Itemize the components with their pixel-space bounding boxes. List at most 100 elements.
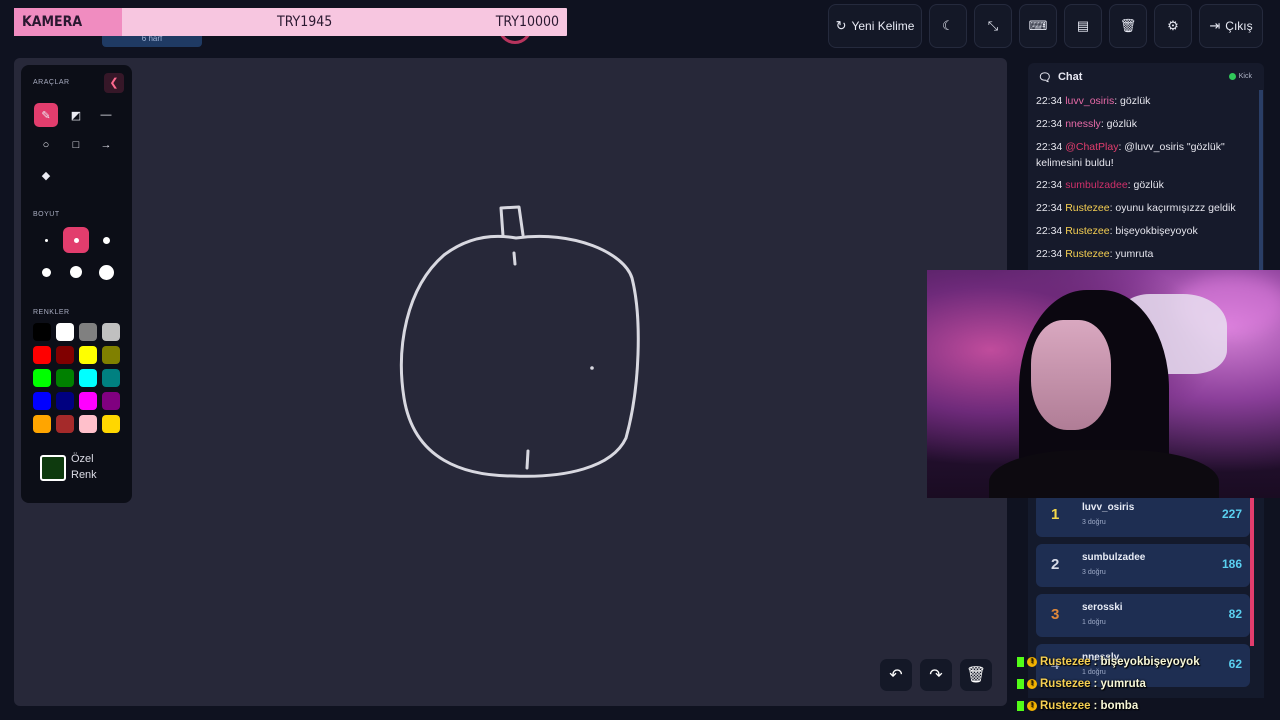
leaderboard-row: 1 luvv_osiris 3 doğru 227 xyxy=(1036,494,1250,537)
tools-panel: ARAÇLAR ❮ ✎ ◩ — ○ □ → ◆ BOYUT RENKLER Öz… xyxy=(21,65,132,503)
leaderboard-row: 3 serosski 1 doğru 82 xyxy=(1036,594,1250,637)
goal-target: TRY10000 xyxy=(495,14,559,30)
color-swatch[interactable] xyxy=(102,415,120,433)
archive-button[interactable]: ▤ xyxy=(1064,4,1102,48)
redo-button[interactable]: ↷ xyxy=(920,659,952,691)
size-dot xyxy=(73,237,79,243)
platform-badge-icon xyxy=(1017,679,1024,689)
brush-icon: ✎ xyxy=(41,109,51,122)
chat-username[interactable]: nnessly xyxy=(1065,118,1101,130)
size-section-title: BOYUT xyxy=(33,211,60,218)
size-4-button[interactable] xyxy=(33,259,59,285)
collapse-panel-button[interactable]: ❮ xyxy=(104,73,124,93)
new-word-button[interactable]: ↻ Yeni Kelime xyxy=(828,4,922,48)
size-3-button[interactable] xyxy=(93,227,119,253)
subscriber-badge-icon: ! xyxy=(1027,701,1037,711)
chat-message: 22:34 luvv_osiris: gözlük xyxy=(1036,93,1256,109)
color-swatch[interactable] xyxy=(33,415,51,433)
color-swatch[interactable] xyxy=(79,369,97,387)
color-swatch[interactable] xyxy=(33,346,51,364)
settings-button[interactable]: ⚙ xyxy=(1154,4,1192,48)
color-swatch[interactable] xyxy=(102,346,120,364)
overlay-text: : bomba xyxy=(1093,700,1139,712)
color-swatch[interactable] xyxy=(56,323,74,341)
chat-message: 22:34 Rustezee: oyunu kaçırmışızzz geldi… xyxy=(1036,200,1256,216)
overlay-text: : yumruta xyxy=(1093,678,1146,690)
custom-color-label[interactable]: Özel Renk xyxy=(71,451,97,483)
moon-icon: ☾ xyxy=(942,18,954,33)
brush-tool-button[interactable]: ✎ xyxy=(34,103,58,127)
leaderboard-rank: 3 xyxy=(1051,606,1060,623)
color-swatch[interactable] xyxy=(79,346,97,364)
reset-button[interactable]: 🗑 xyxy=(1109,4,1147,48)
color-swatch[interactable] xyxy=(102,392,120,410)
keyboard-button[interactable]: ⌨ xyxy=(1019,4,1057,48)
platform-badge-icon xyxy=(1017,657,1024,667)
color-swatch[interactable] xyxy=(33,369,51,387)
overlay-chat-message: ! Rustezee : bişeyokbişeyoyok xyxy=(1017,656,1200,668)
stroke-mark-bottom xyxy=(525,449,530,470)
size-6-button[interactable] xyxy=(93,259,119,285)
theme-toggle-button[interactable]: ☾ xyxy=(929,4,967,48)
leaderboard-scrollbar[interactable] xyxy=(1250,498,1254,646)
color-swatch[interactable] xyxy=(56,346,74,364)
leaderboard-points: 227 xyxy=(1221,507,1242,521)
color-swatch[interactable] xyxy=(33,323,51,341)
square-icon: □ xyxy=(72,139,80,151)
eraser-tool-button[interactable]: ◩ xyxy=(64,103,88,127)
chat-username[interactable]: sumbulzadee xyxy=(1065,179,1127,191)
leaderboard-rank: 2 xyxy=(1051,556,1060,573)
platform-label: Kick xyxy=(1238,73,1252,80)
size-1-button[interactable] xyxy=(33,227,59,253)
color-swatch[interactable] xyxy=(102,323,120,341)
leaderboard-name: sumbulzadee xyxy=(1082,552,1146,563)
chat-scrollbar[interactable] xyxy=(1259,90,1263,270)
new-word-label: Yeni Kelime xyxy=(851,19,915,33)
compress-button[interactable]: ⤡ xyxy=(974,4,1012,48)
size-5-button[interactable] xyxy=(63,259,89,285)
line-tool-button[interactable]: — xyxy=(94,103,118,127)
chat-text: : bişeyokbişeyoyok xyxy=(1109,225,1198,237)
chat-message: 22:34 Rustezee: bişeyokbişeyoyok xyxy=(1036,223,1256,239)
chat-timestamp: 22:34 xyxy=(1036,95,1063,107)
color-swatch[interactable] xyxy=(33,392,51,410)
chat-username[interactable]: Rustezee xyxy=(1065,202,1109,214)
overlay-text: : bişeyokbişeyoyok xyxy=(1093,656,1200,668)
gear-icon: ⚙ xyxy=(1167,18,1179,33)
arrow-tool-button[interactable]: → xyxy=(94,133,118,157)
leaderboard-name: luvv_osiris xyxy=(1082,502,1135,513)
leaderboard-row: 2 sumbulzadee 3 doğru 186 xyxy=(1036,544,1250,587)
keyboard-icon: ⌨ xyxy=(1028,18,1048,33)
color-swatch[interactable] xyxy=(56,369,74,387)
color-swatch[interactable] xyxy=(56,415,74,433)
chat-timestamp: 22:34 xyxy=(1036,202,1063,214)
eraser-icon: ◩ xyxy=(70,109,82,122)
undo-button[interactable]: ↶ xyxy=(880,659,912,691)
custom-color-swatch[interactable] xyxy=(40,455,66,481)
clear-canvas-button[interactable]: 🗑 xyxy=(960,659,992,691)
drawing-canvas[interactable] xyxy=(14,58,1007,706)
chat-text: : oyunu kaçırmışızzz geldik xyxy=(1109,202,1236,214)
color-swatch[interactable] xyxy=(102,369,120,387)
goal-current: TRY1945 xyxy=(277,14,333,30)
logout-button[interactable]: ⇥ Çıkış xyxy=(1199,4,1263,48)
chat-username[interactable]: luvv_osiris xyxy=(1065,95,1114,107)
color-swatch[interactable] xyxy=(79,323,97,341)
leaderboard-correct-count: 3 doğru xyxy=(1082,569,1106,576)
color-swatch[interactable] xyxy=(56,392,74,410)
chat-username[interactable]: Rustezee xyxy=(1065,225,1109,237)
colors-section-title: RENKLER xyxy=(33,309,70,316)
game-screen: 6 harf KAMERA TRY1945 TRY10000 ↻ Yeni Ke… xyxy=(0,0,1280,720)
size-dot xyxy=(102,236,110,244)
rectangle-tool-button[interactable]: □ xyxy=(64,133,88,157)
circle-tool-button[interactable]: ○ xyxy=(34,133,58,157)
leaderboard-correct-count: 1 doğru xyxy=(1082,669,1106,676)
size-2-button[interactable] xyxy=(63,227,89,253)
chat-bubbles-icon: 🗨 xyxy=(1038,71,1052,84)
color-swatch[interactable] xyxy=(79,415,97,433)
chat-username[interactable]: Rustezee xyxy=(1065,248,1109,260)
chat-timestamp: 22:34 xyxy=(1036,179,1063,191)
fill-tool-button[interactable]: ◆ xyxy=(34,163,58,187)
chat-username[interactable]: @ChatPlay xyxy=(1065,141,1118,153)
color-swatch[interactable] xyxy=(79,392,97,410)
